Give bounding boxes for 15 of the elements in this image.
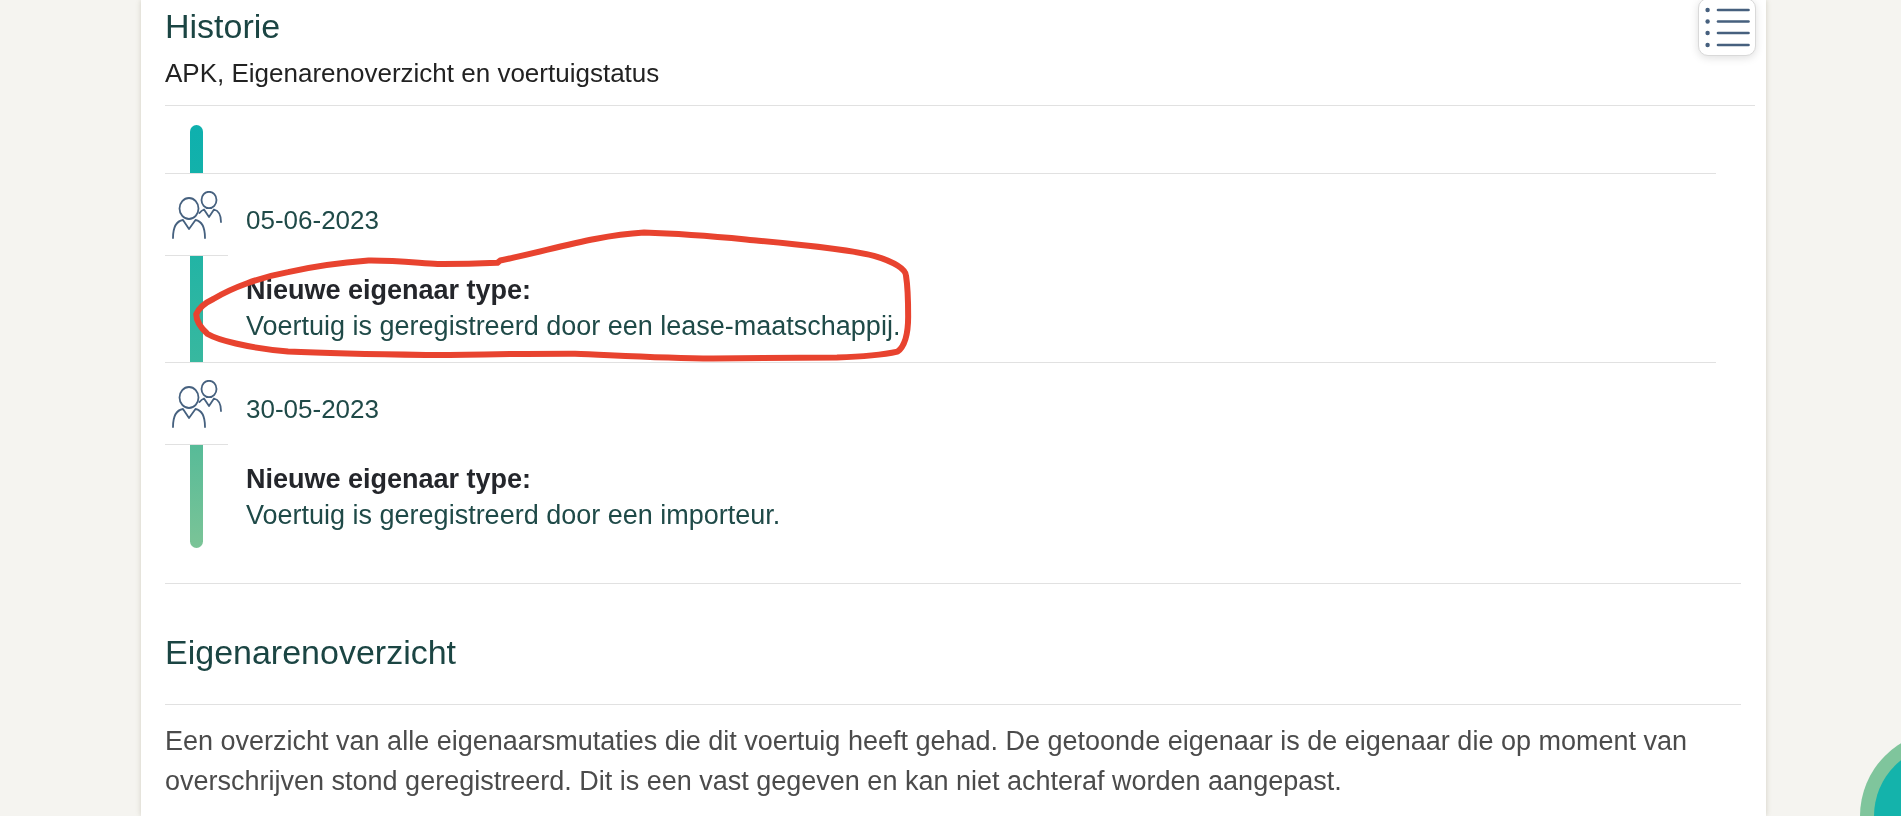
entry-value: Voertuig is geregistreerd door een importeur. — [246, 499, 781, 532]
people-icon — [170, 190, 223, 239]
entry-label: Nieuwe eigenaar type: — [246, 463, 533, 496]
section-description: Een overzicht van alle eigenaarsmutaties die dit voertuig heeft gehad. De getoonde eigenaar is de eigenaar die op moment van overschrijven stond geregistreerd. Dit is een vast gegeven en kan niet achteraf worden aangepast. — [165, 725, 1688, 798]
timeline-bar — [190, 125, 203, 173]
entry-date: 30-05-2023 — [246, 393, 379, 426]
section-title: Eigenarenoverzicht — [165, 632, 457, 672]
people-icon — [170, 379, 223, 428]
entry-value: Voertuig is geregistreerd door een lease-maatschappij. — [246, 310, 901, 343]
entry-label: Nieuwe eigenaar type: — [246, 274, 533, 307]
menu-button[interactable] — [1698, 0, 1756, 56]
section-title: Historie — [165, 6, 281, 46]
entry-date: 05-06-2023 — [246, 204, 379, 237]
list-icon — [1704, 6, 1750, 48]
section-subtitle: APK, Eigenarenoverzicht en voertuigstatus — [165, 57, 660, 90]
